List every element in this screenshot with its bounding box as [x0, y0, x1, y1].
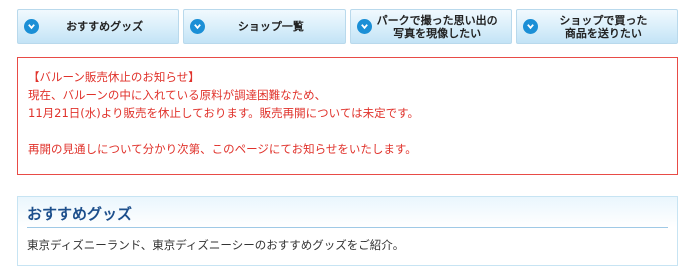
anchor-nav: おすすめグッズ ショップ一覧 パークで撮った思い出の 写真を現像したい ショップ…	[17, 9, 678, 44]
nav-label: ショップ一覧	[237, 20, 304, 33]
chevron-down-icon	[190, 19, 206, 34]
notice-line: 11月21日(水)より販売を休止しております。販売再開については未定です。	[28, 106, 419, 120]
chevron-down-icon	[356, 19, 372, 34]
nav-label: ショップで買った 商品を送りたい	[559, 13, 648, 40]
section-title: おすすめグッズ	[27, 203, 668, 228]
nav-shop-list[interactable]: ショップ一覧	[183, 9, 346, 44]
notice-line: 再開の見通しについて分かり次第、このページにてお知らせをいたします。	[28, 142, 417, 156]
nav-send-purchases[interactable]: ショップで買った 商品を送りたい	[515, 9, 678, 44]
nav-label: おすすめグッズ	[66, 20, 144, 33]
nav-recommended-goods[interactable]: おすすめグッズ	[17, 9, 180, 44]
nav-label: パークで撮った思い出の 写真を現像したい	[376, 13, 498, 40]
notice-line: 現在、バルーンの中に入れている原料が調達困難なため、	[28, 88, 327, 102]
chevron-down-icon	[24, 19, 39, 34]
chevron-down-icon	[522, 19, 538, 34]
nav-photo-print[interactable]: パークで撮った思い出の 写真を現像したい	[349, 9, 512, 44]
section-description: 東京ディズニーランド、東京ディズニーシーのおすすめグッズをご紹介。	[27, 238, 405, 252]
recommended-goods-section: おすすめグッズ 東京ディズニーランド、東京ディズニーシーのおすすめグッズをご紹介…	[17, 196, 678, 266]
balloon-notice-box: 【バルーン販売休止のお知らせ】 現在、バルーンの中に入れている原料が調達困難なた…	[17, 57, 678, 175]
notice-title: 【バルーン販売休止のお知らせ】	[28, 70, 200, 84]
